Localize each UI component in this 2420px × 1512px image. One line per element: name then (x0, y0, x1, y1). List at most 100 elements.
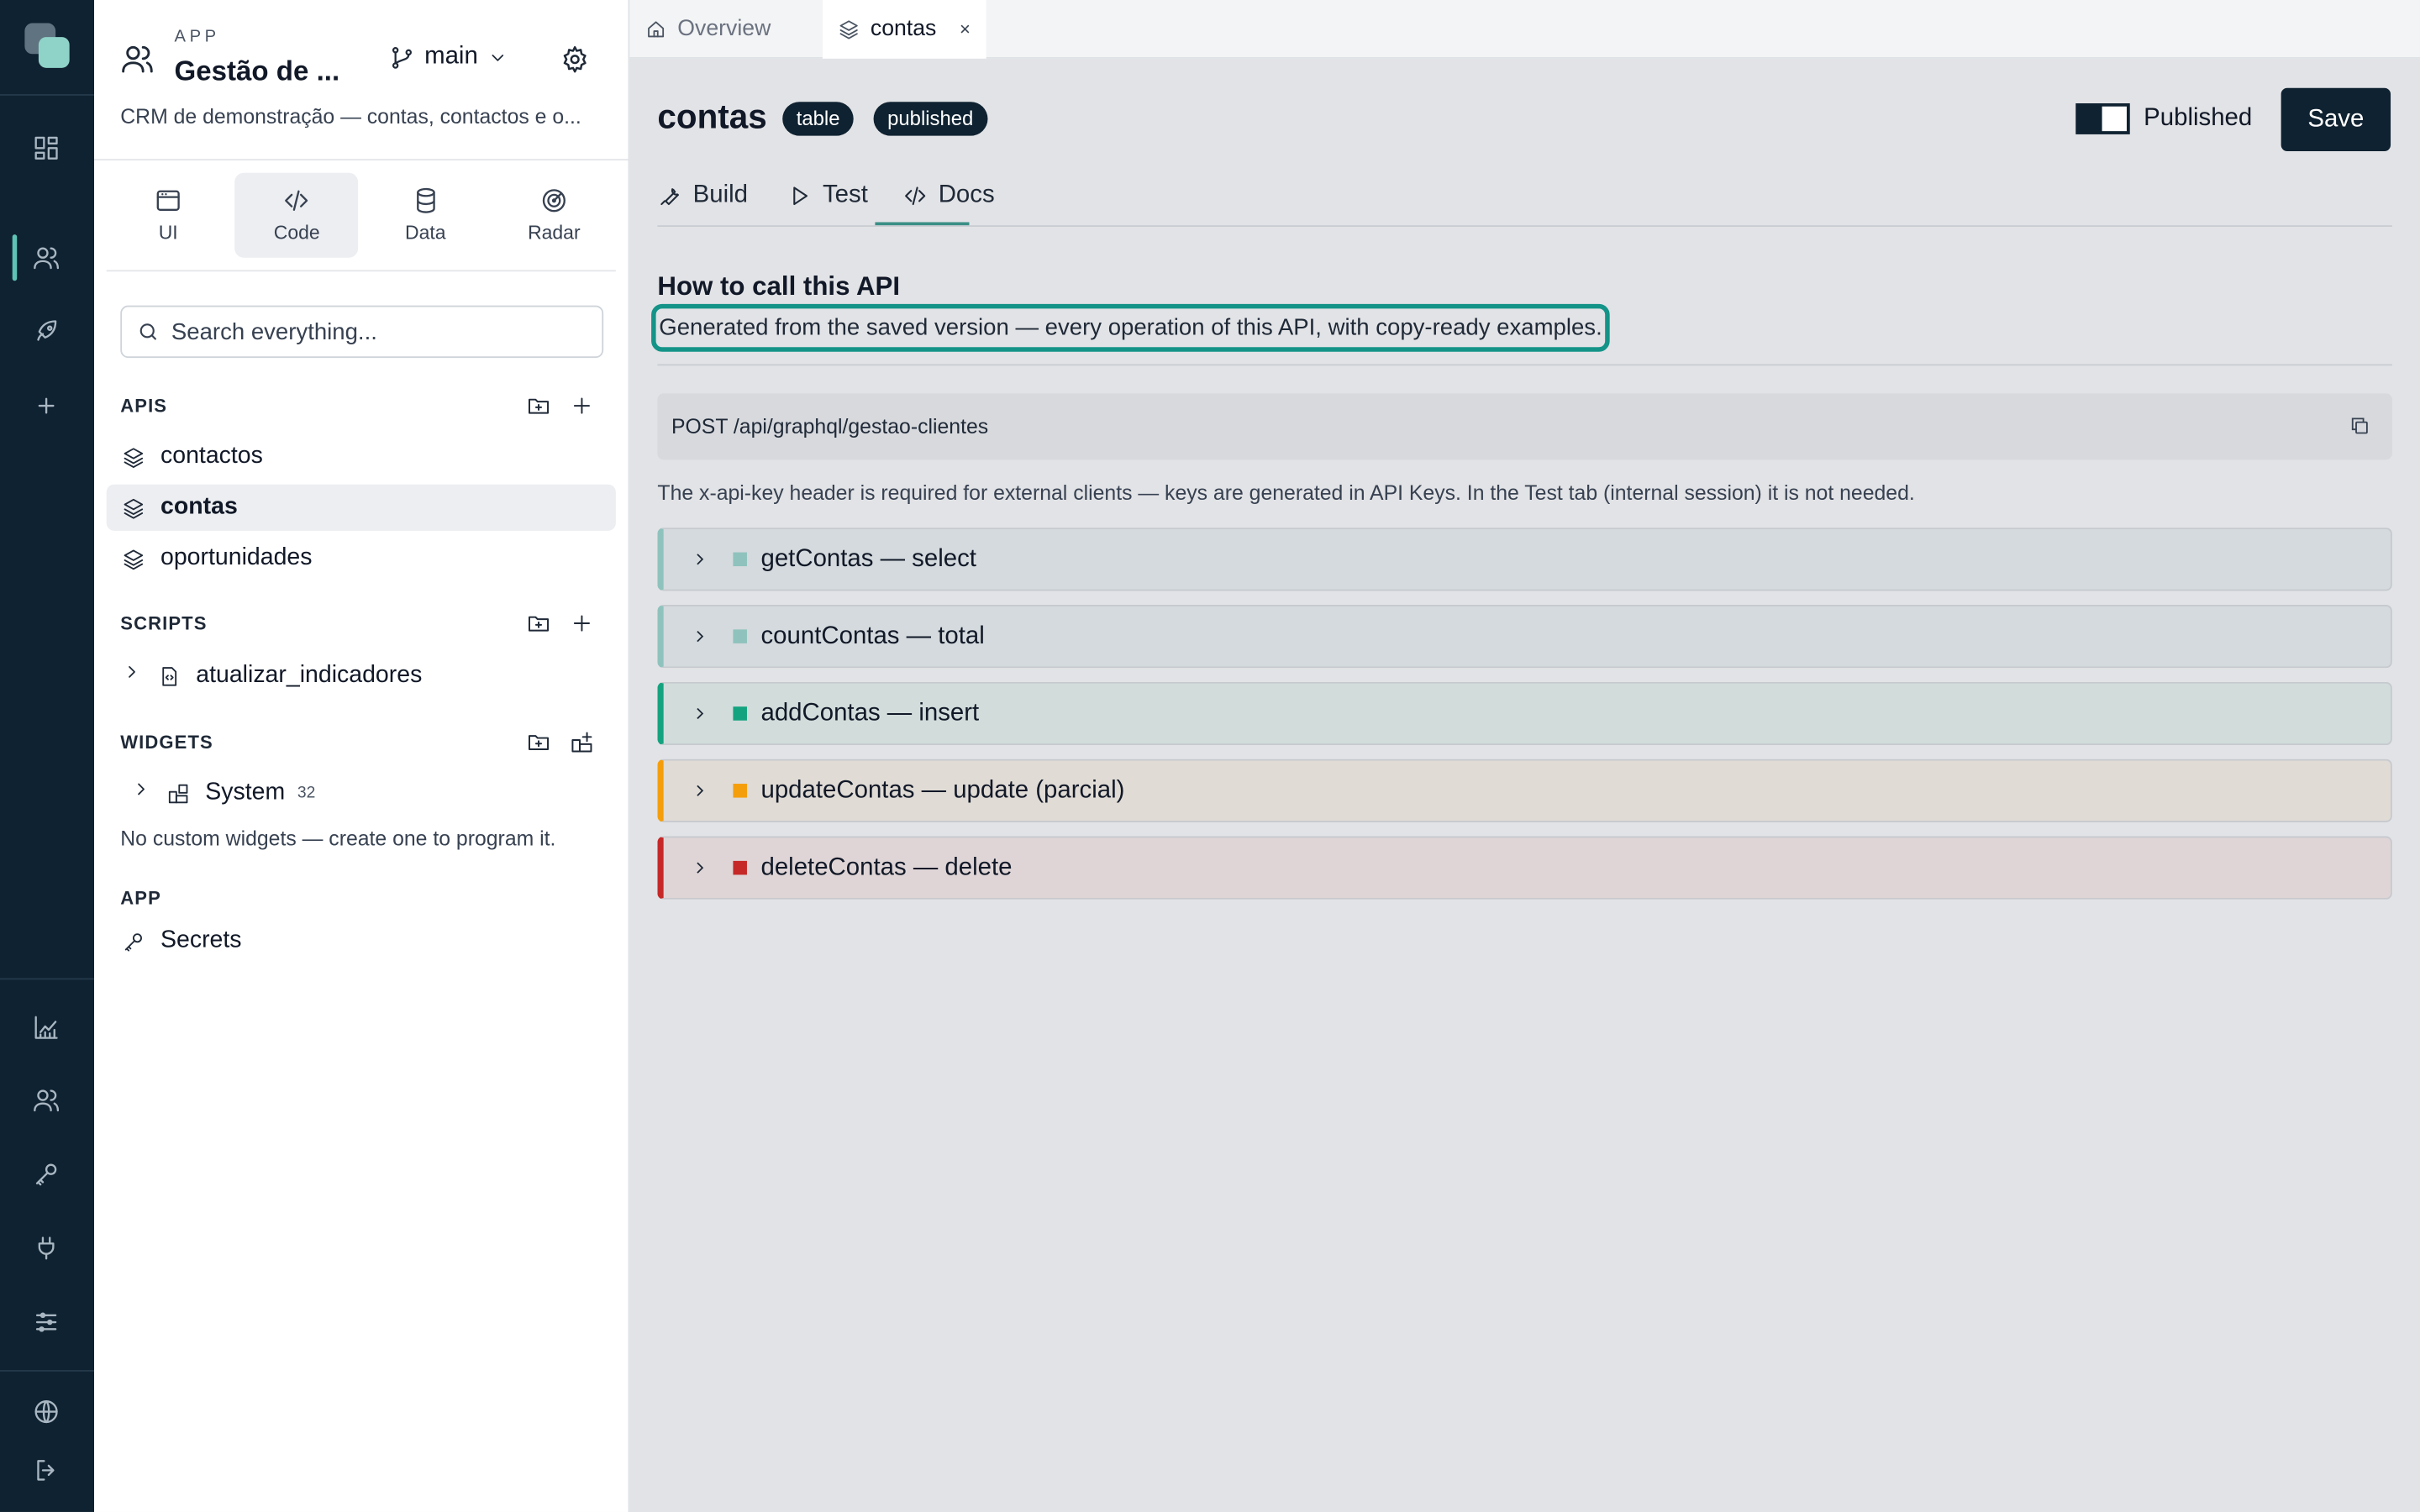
file-tabbar: Overview contas × (629, 0, 2420, 59)
app-header: APP Gestão de ... main CRM de demonstraç… (94, 0, 629, 161)
api-item-contas[interactable]: contas (106, 484, 616, 531)
close-icon[interactable]: × (960, 18, 971, 40)
operation-count-contas[interactable]: countContas — total (657, 604, 2392, 669)
tab-contas[interactable]: contas × (822, 0, 986, 59)
new-folder-icon[interactable] (526, 730, 550, 754)
api-item-label: oportunidades (160, 544, 313, 571)
operation-label: deleteContas — delete (760, 853, 1013, 880)
git-branch-icon (392, 46, 412, 68)
operation-type-marker (733, 552, 747, 567)
layers-icon (839, 20, 858, 39)
publish-toggle[interactable]: Published (2075, 103, 2252, 134)
key-icon[interactable] (28, 1156, 65, 1193)
app-description: CRM de demonstração — contas, contactos … (120, 104, 581, 129)
operation-get-contas[interactable]: getContas — select (657, 528, 2392, 591)
section-title-scripts: SCRIPTS (120, 612, 208, 634)
chevron-right-icon (690, 704, 712, 724)
chevron-right-icon[interactable] (131, 780, 151, 807)
dashboard-icon[interactable] (28, 129, 65, 166)
mode-radar[interactable]: Radar (492, 173, 616, 258)
tab-docs[interactable]: Docs (902, 176, 995, 216)
gear-icon[interactable] (560, 45, 592, 76)
logo-icon[interactable] (24, 23, 71, 70)
users-icon (120, 42, 157, 79)
plug-icon[interactable] (28, 1230, 65, 1267)
operation-add-contas[interactable]: addContas — insert (657, 681, 2392, 746)
tab-overview[interactable]: Overview (629, 0, 786, 59)
left-rail (0, 0, 95, 1512)
sliders-icon[interactable] (28, 1304, 65, 1341)
new-folder-icon[interactable] (526, 393, 550, 417)
chevron-right-icon (690, 780, 712, 801)
team-icon[interactable] (28, 1082, 65, 1119)
add-icon[interactable] (570, 393, 594, 417)
rocket-icon[interactable] (28, 313, 65, 350)
globe-icon[interactable] (28, 1394, 65, 1431)
section-title-widgets: WIDGETS (120, 731, 213, 753)
operation-label: countContas — total (760, 622, 985, 649)
mode-ui[interactable]: UI (107, 173, 230, 258)
search-input[interactable] (171, 318, 588, 345)
tab-build[interactable]: Build (657, 176, 748, 216)
operation-delete-contas[interactable]: deleteContas — delete (657, 836, 2392, 900)
operation-update-contas[interactable]: updateContas — update (parcial) (657, 759, 2392, 822)
mode-data[interactable]: Data (364, 173, 487, 258)
database-icon (416, 187, 435, 213)
mode-label: Data (405, 222, 446, 244)
operation-type-marker (733, 860, 747, 875)
script-item-atualizar-indicadores[interactable]: atualizar_indicadores (107, 653, 616, 699)
tab-test[interactable]: Test (787, 176, 868, 216)
layers-icon (124, 498, 144, 518)
tab-label: Docs (938, 181, 995, 208)
add-icon[interactable] (570, 611, 594, 635)
api-key-help: The x-api-key header is required for ext… (657, 481, 1915, 505)
logout-icon[interactable] (28, 1452, 65, 1488)
toggle-switch[interactable] (2075, 103, 2130, 134)
rail-active-indicator (12, 234, 18, 281)
operation-type-marker (733, 629, 747, 643)
save-button[interactable]: Save (2281, 87, 2391, 151)
app-kicker: APP (174, 28, 220, 47)
radar-icon (542, 189, 566, 213)
api-item-oportunidades[interactable]: oportunidades (107, 535, 616, 581)
rail-divider (0, 978, 95, 980)
layers-icon (124, 447, 144, 468)
api-item-label: contas (160, 493, 238, 520)
operation-label: getContas — select (760, 545, 976, 572)
window-icon (156, 190, 180, 211)
key-icon (124, 932, 142, 951)
section-title-app: APP (120, 887, 161, 909)
app-name[interactable]: Gestão de ... (175, 55, 340, 88)
home-icon (648, 21, 665, 38)
api-item-contactos[interactable]: contactos (107, 433, 616, 480)
chevron-right-icon[interactable] (122, 662, 142, 690)
chart-icon[interactable] (28, 1009, 65, 1046)
widget-count-badge: 32 (297, 784, 316, 803)
mode-label: Radar (528, 222, 581, 244)
add-widget-icon[interactable] (570, 730, 594, 754)
operation-label: updateContas — update (parcial) (760, 776, 1125, 804)
copy-icon[interactable] (2349, 415, 2370, 437)
new-folder-icon[interactable] (526, 611, 550, 635)
plus-icon[interactable] (28, 387, 65, 424)
code-icon (285, 190, 308, 211)
app-item-secrets[interactable]: Secrets (107, 918, 616, 964)
wrench-icon (660, 188, 679, 206)
mode-code[interactable]: Code (234, 172, 359, 258)
widget-item-system[interactable]: System 32 (116, 770, 625, 816)
widgets-actions (526, 730, 594, 754)
endpoint-box: POST /api/graphql/gestao-clientes (657, 393, 2392, 460)
type-badge: table (782, 102, 855, 136)
script-file-icon (162, 666, 177, 685)
search-icon (139, 323, 156, 340)
tab-label: Overview (677, 17, 771, 42)
search-box[interactable] (120, 305, 604, 359)
users-icon[interactable] (28, 239, 65, 276)
mode-label: UI (158, 222, 178, 244)
rail-divider (0, 94, 95, 96)
tab-label: contas (870, 17, 937, 42)
branch-selector[interactable]: main (389, 43, 508, 71)
rail-divider (0, 1369, 95, 1372)
page-title: contas (657, 97, 767, 136)
app-item-label: Secrets (160, 927, 242, 954)
